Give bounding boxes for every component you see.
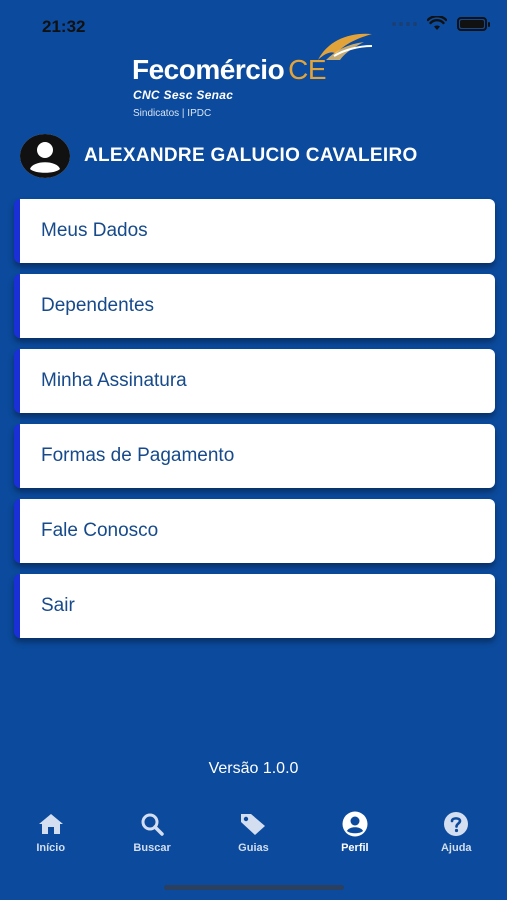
logo-main-text: Fecomércio — [132, 54, 285, 85]
tab-label: Buscar — [133, 842, 171, 854]
tab-inicio[interactable]: Início — [0, 810, 101, 854]
menu-item-sair[interactable]: Sair — [14, 574, 495, 638]
menu-item-minha-assinatura[interactable]: Minha Assinatura — [14, 349, 495, 413]
logo-subtitle: CNC Sesc Senac — [133, 88, 234, 102]
tab-perfil[interactable]: Perfil — [304, 810, 405, 854]
help-icon — [444, 812, 469, 836]
tab-guias[interactable]: Guias — [203, 810, 304, 854]
user-icon — [342, 811, 368, 837]
logo-title: Fecomércio CE — [132, 54, 327, 86]
search-icon — [141, 813, 164, 836]
user-name: ALEXANDRE GALUCIO CAVALEIRO — [84, 145, 418, 166]
avatar — [20, 134, 70, 178]
home-indicator[interactable] — [164, 885, 344, 890]
app-version: Versão 1.0.0 — [208, 760, 299, 777]
logo-suffix: CE — [288, 54, 327, 85]
fecomercio-logo: Fecomércio CE CNC Sesc Senac Sindicatos |… — [132, 30, 382, 125]
status-time: 21:32 — [42, 17, 86, 36]
tab-label: Perfil — [341, 842, 369, 854]
home-icon — [38, 814, 63, 834]
profile-menu: Meus Dados Dependentes Minha Assinatura … — [14, 199, 495, 649]
user-circle-icon — [20, 134, 70, 178]
menu-item-label: Meus Dados — [41, 220, 148, 241]
tab-ajuda[interactable]: Ajuda — [406, 810, 507, 854]
menu-item-label: Dependentes — [41, 295, 155, 316]
tag-icon — [241, 814, 266, 835]
menu-item-label: Formas de Pagamento — [41, 445, 235, 466]
battery-level — [460, 19, 484, 28]
battery-icon — [457, 16, 490, 31]
logo-subtitle-2: Sindicatos | IPDC — [133, 108, 212, 119]
signal-dots-icon — [392, 21, 417, 26]
menu-item-formas-de-pagamento[interactable]: Formas de Pagamento — [14, 424, 495, 488]
tab-buscar[interactable]: Buscar — [102, 810, 203, 854]
wifi-icon — [427, 16, 447, 30]
status-icons — [392, 16, 490, 31]
user-header: ALEXANDRE GALUCIO CAVALEIRO — [20, 134, 418, 178]
menu-item-meus-dados[interactable]: Meus Dados — [14, 199, 495, 263]
tab-label: Guias — [238, 842, 269, 854]
menu-item-dependentes[interactable]: Dependentes — [14, 274, 495, 338]
tab-bar: Início Buscar Guias Perfil Ajuda — [0, 810, 507, 870]
menu-item-label: Minha Assinatura — [41, 370, 187, 391]
menu-item-fale-conosco[interactable]: Fale Conosco — [14, 499, 495, 563]
tab-label: Ajuda — [440, 842, 472, 854]
tab-label: Início — [36, 842, 66, 854]
menu-item-label: Fale Conosco — [41, 520, 159, 541]
menu-item-label: Sair — [41, 595, 75, 616]
